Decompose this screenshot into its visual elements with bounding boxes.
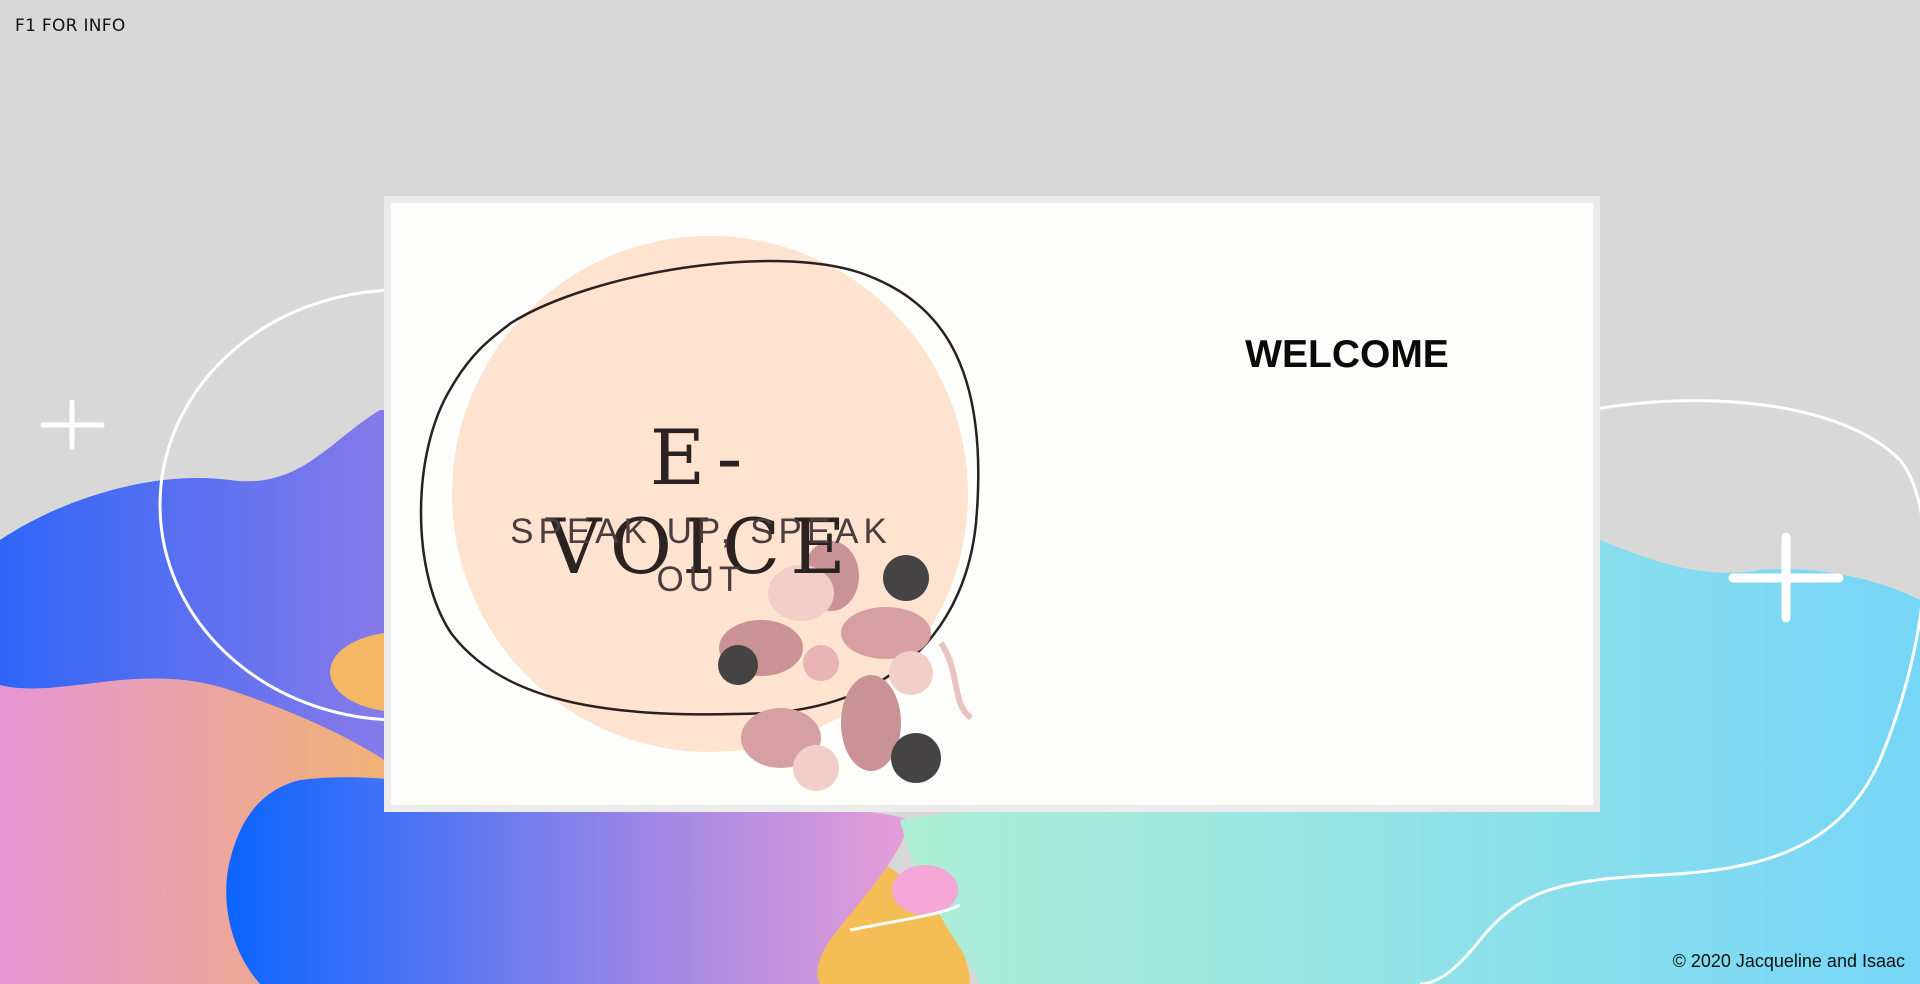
copyright-footer: © 2020 Jacqueline and Isaac bbox=[1672, 951, 1905, 971]
help-hint: F1 FOR INFO bbox=[15, 16, 126, 36]
welcome-card: E-VOICE SPEAK UP, SPEAK OUT WELCOME bbox=[384, 196, 1600, 812]
plus-icon bbox=[40, 399, 105, 450]
welcome-heading: WELCOME bbox=[1245, 333, 1449, 376]
brand-tagline: SPEAK UP, SPEAK OUT bbox=[510, 512, 892, 599]
